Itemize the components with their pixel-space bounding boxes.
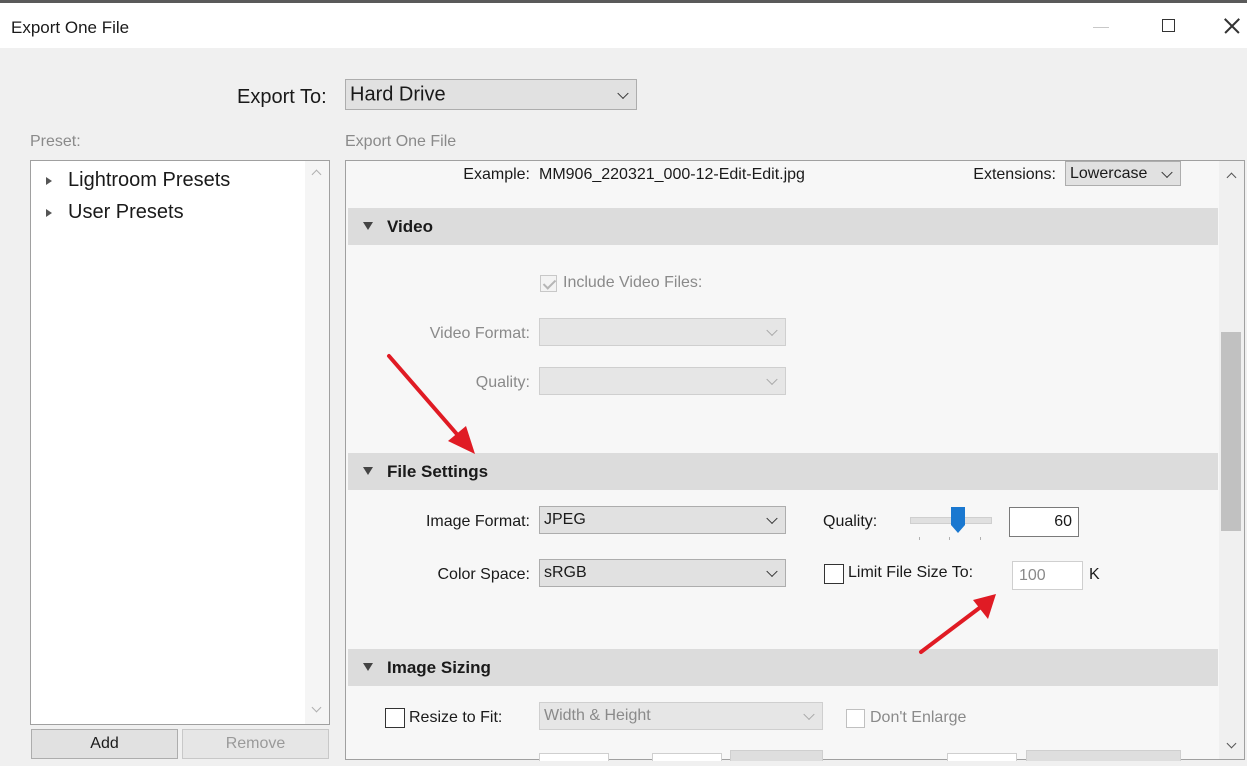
example-filename: MM906_220321_000-12-Edit-Edit.jpg (539, 166, 805, 183)
settings-header: Export One File (345, 133, 457, 150)
add-preset-button[interactable]: Add (31, 729, 178, 759)
include-video-label: Include Video Files: (563, 274, 703, 291)
chevron-down-icon (803, 708, 815, 721)
extensions-dropdown[interactable]: Lowercase (1065, 161, 1181, 186)
chevron-down-icon (766, 512, 778, 525)
scroll-up-icon[interactable] (1226, 172, 1237, 183)
maximize-button[interactable] (1147, 9, 1191, 45)
preset-item-label: User Presets (68, 201, 184, 223)
video-quality-label: Quality: (475, 374, 530, 391)
settings-scrollbar[interactable] (1219, 161, 1244, 759)
include-video-checkbox[interactable] (540, 275, 557, 292)
collapse-triangle-icon (363, 663, 373, 671)
dont-enlarge-label: Don't Enlarge (870, 709, 967, 726)
export-to-label: Export To: (237, 86, 327, 108)
remove-preset-button[interactable]: Remove (182, 729, 329, 759)
extensions-label: Extensions: (973, 166, 1056, 183)
chevron-down-icon (1161, 166, 1173, 178)
scrollbar-thumb[interactable] (1221, 332, 1241, 531)
scroll-down-icon[interactable] (1226, 738, 1237, 749)
preset-item-lightroom[interactable]: Lightroom Presets (31, 169, 301, 199)
section-file-settings[interactable]: File Settings (348, 453, 1218, 490)
section-title: Image Sizing (387, 658, 491, 677)
slider-thumb[interactable] (951, 507, 965, 533)
expand-arrow-icon[interactable] (46, 209, 52, 217)
quality-label: Quality: (823, 513, 878, 530)
image-format-label: Image Format: (425, 513, 530, 530)
limit-file-size-input[interactable]: 100 (1012, 561, 1083, 590)
color-space-label: Color Space: (437, 566, 531, 583)
color-space-dropdown[interactable]: sRGB (539, 559, 786, 587)
section-title: File Settings (387, 462, 489, 481)
resize-to-fit-checkbox[interactable] (385, 708, 405, 728)
slider-tick (980, 537, 981, 540)
preset-item-user[interactable]: User Presets (31, 201, 301, 231)
expand-arrow-icon[interactable] (46, 177, 52, 185)
chevron-down-icon (766, 324, 778, 337)
resolution-units-dropdown[interactable] (1026, 750, 1181, 761)
chevron-down-icon (617, 87, 629, 99)
extensions-value: Lowercase (1070, 164, 1148, 182)
collapse-triangle-icon (363, 467, 373, 475)
scroll-up-icon[interactable] (311, 169, 322, 180)
preset-list: Lightroom Presets User Presets (30, 160, 330, 725)
collapse-triangle-icon (363, 222, 373, 230)
quality-slider[interactable] (910, 505, 992, 540)
window-title: Export One File (11, 18, 130, 37)
title-bar: Export One File (0, 0, 1247, 48)
preset-scrollbar[interactable] (305, 161, 329, 724)
example-label: Example: (463, 166, 530, 183)
export-to-dropdown[interactable]: Hard Drive (345, 79, 637, 110)
quality-value: 60 (1054, 513, 1072, 530)
resize-mode-value: Width & Height (544, 707, 651, 724)
resolution-input[interactable] (947, 753, 1017, 761)
section-video[interactable]: Video (348, 208, 1218, 245)
chevron-down-icon (766, 373, 778, 386)
preset-label: Preset: (30, 133, 81, 150)
video-format-label: Video Format: (429, 325, 530, 342)
resize-mode-dropdown[interactable]: Width & Height (539, 702, 823, 730)
close-button[interactable] (1218, 9, 1247, 45)
video-format-dropdown[interactable] (539, 318, 786, 346)
chevron-down-icon (766, 565, 778, 578)
slider-tick (919, 537, 920, 540)
image-format-value: JPEG (544, 511, 586, 528)
scroll-down-icon[interactable] (311, 702, 322, 713)
width-input[interactable] (539, 753, 609, 761)
image-format-dropdown[interactable]: JPEG (539, 506, 786, 534)
limit-file-size-value: 100 (1019, 567, 1046, 584)
preset-item-label: Lightroom Presets (68, 169, 231, 191)
section-title: Video (387, 217, 433, 236)
color-space-value: sRGB (544, 564, 587, 581)
height-input[interactable] (652, 753, 722, 761)
limit-unit-label: K (1089, 566, 1100, 583)
units-dropdown[interactable] (730, 750, 823, 761)
minimize-button[interactable] (1078, 9, 1122, 45)
limit-file-size-label: Limit File Size To: (848, 564, 974, 581)
quality-input[interactable]: 60 (1009, 507, 1079, 537)
dont-enlarge-checkbox[interactable] (846, 709, 865, 728)
resize-to-fit-label: Resize to Fit: (409, 709, 503, 726)
section-image-sizing[interactable]: Image Sizing (348, 649, 1218, 686)
slider-tick (949, 537, 950, 540)
limit-file-size-checkbox[interactable] (824, 564, 844, 584)
export-to-value: Hard Drive (350, 83, 446, 105)
video-quality-dropdown[interactable] (539, 367, 786, 395)
